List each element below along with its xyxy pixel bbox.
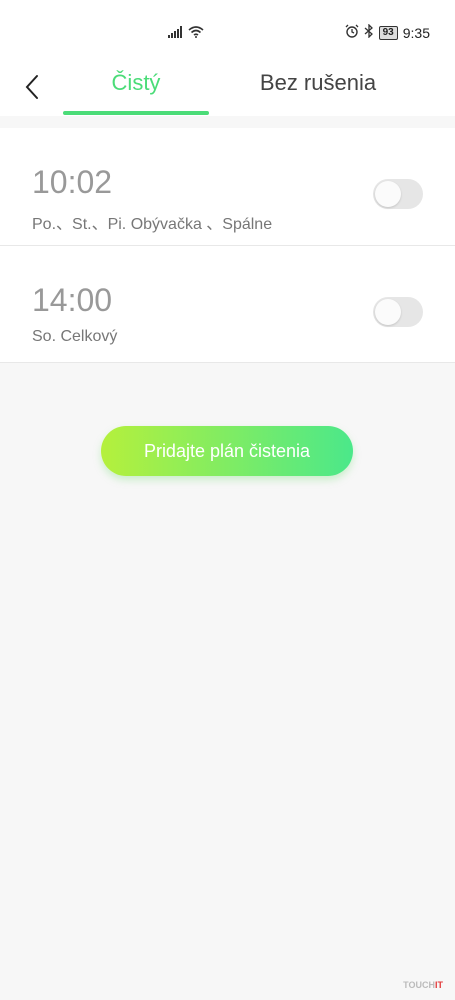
- wifi-icon: [188, 25, 204, 43]
- schedule-item[interactable]: 10:02 Po.、St.、Pi. Obývačka 、Spálne: [0, 128, 455, 245]
- schedule-time: 14:00: [32, 282, 113, 318]
- schedule-time: 10:02: [32, 164, 113, 200]
- alarm-icon: [345, 24, 359, 41]
- signal-icon: [168, 25, 184, 43]
- battery-indicator: 93: [378, 25, 398, 40]
- schedule-toggle[interactable]: [373, 297, 423, 327]
- toggle-knob: [375, 299, 401, 325]
- active-tab-indicator: [63, 111, 209, 115]
- back-button[interactable]: [18, 72, 48, 102]
- toggle-knob: [375, 181, 401, 207]
- watermark-logo: TOUCHIT: [403, 980, 443, 990]
- tab-do-not-disturb[interactable]: Bez rušenia: [245, 70, 391, 96]
- status-icons-left: [168, 25, 204, 43]
- clock: 9:35: [402, 24, 430, 41]
- tab-clean[interactable]: Čistý: [63, 70, 209, 96]
- header: Čistý Bez rušenia: [0, 60, 455, 116]
- chevron-left-icon: [25, 75, 38, 99]
- bluetooth-icon: [364, 23, 374, 41]
- status-icons-right: 93 9:35: [345, 23, 430, 41]
- status-bar: 93 9:35: [0, 0, 455, 60]
- schedule-toggle[interactable]: [373, 179, 423, 209]
- schedule-description: Po.、St.、Pi. Obývačka 、Spálne: [32, 216, 273, 233]
- schedule-item[interactable]: 14:00 So. Celkový: [0, 246, 455, 363]
- schedule-description: So. Celkový: [32, 328, 118, 345]
- divider: [0, 362, 455, 363]
- add-cleaning-plan-button[interactable]: Pridajte plán čistenia: [101, 426, 353, 476]
